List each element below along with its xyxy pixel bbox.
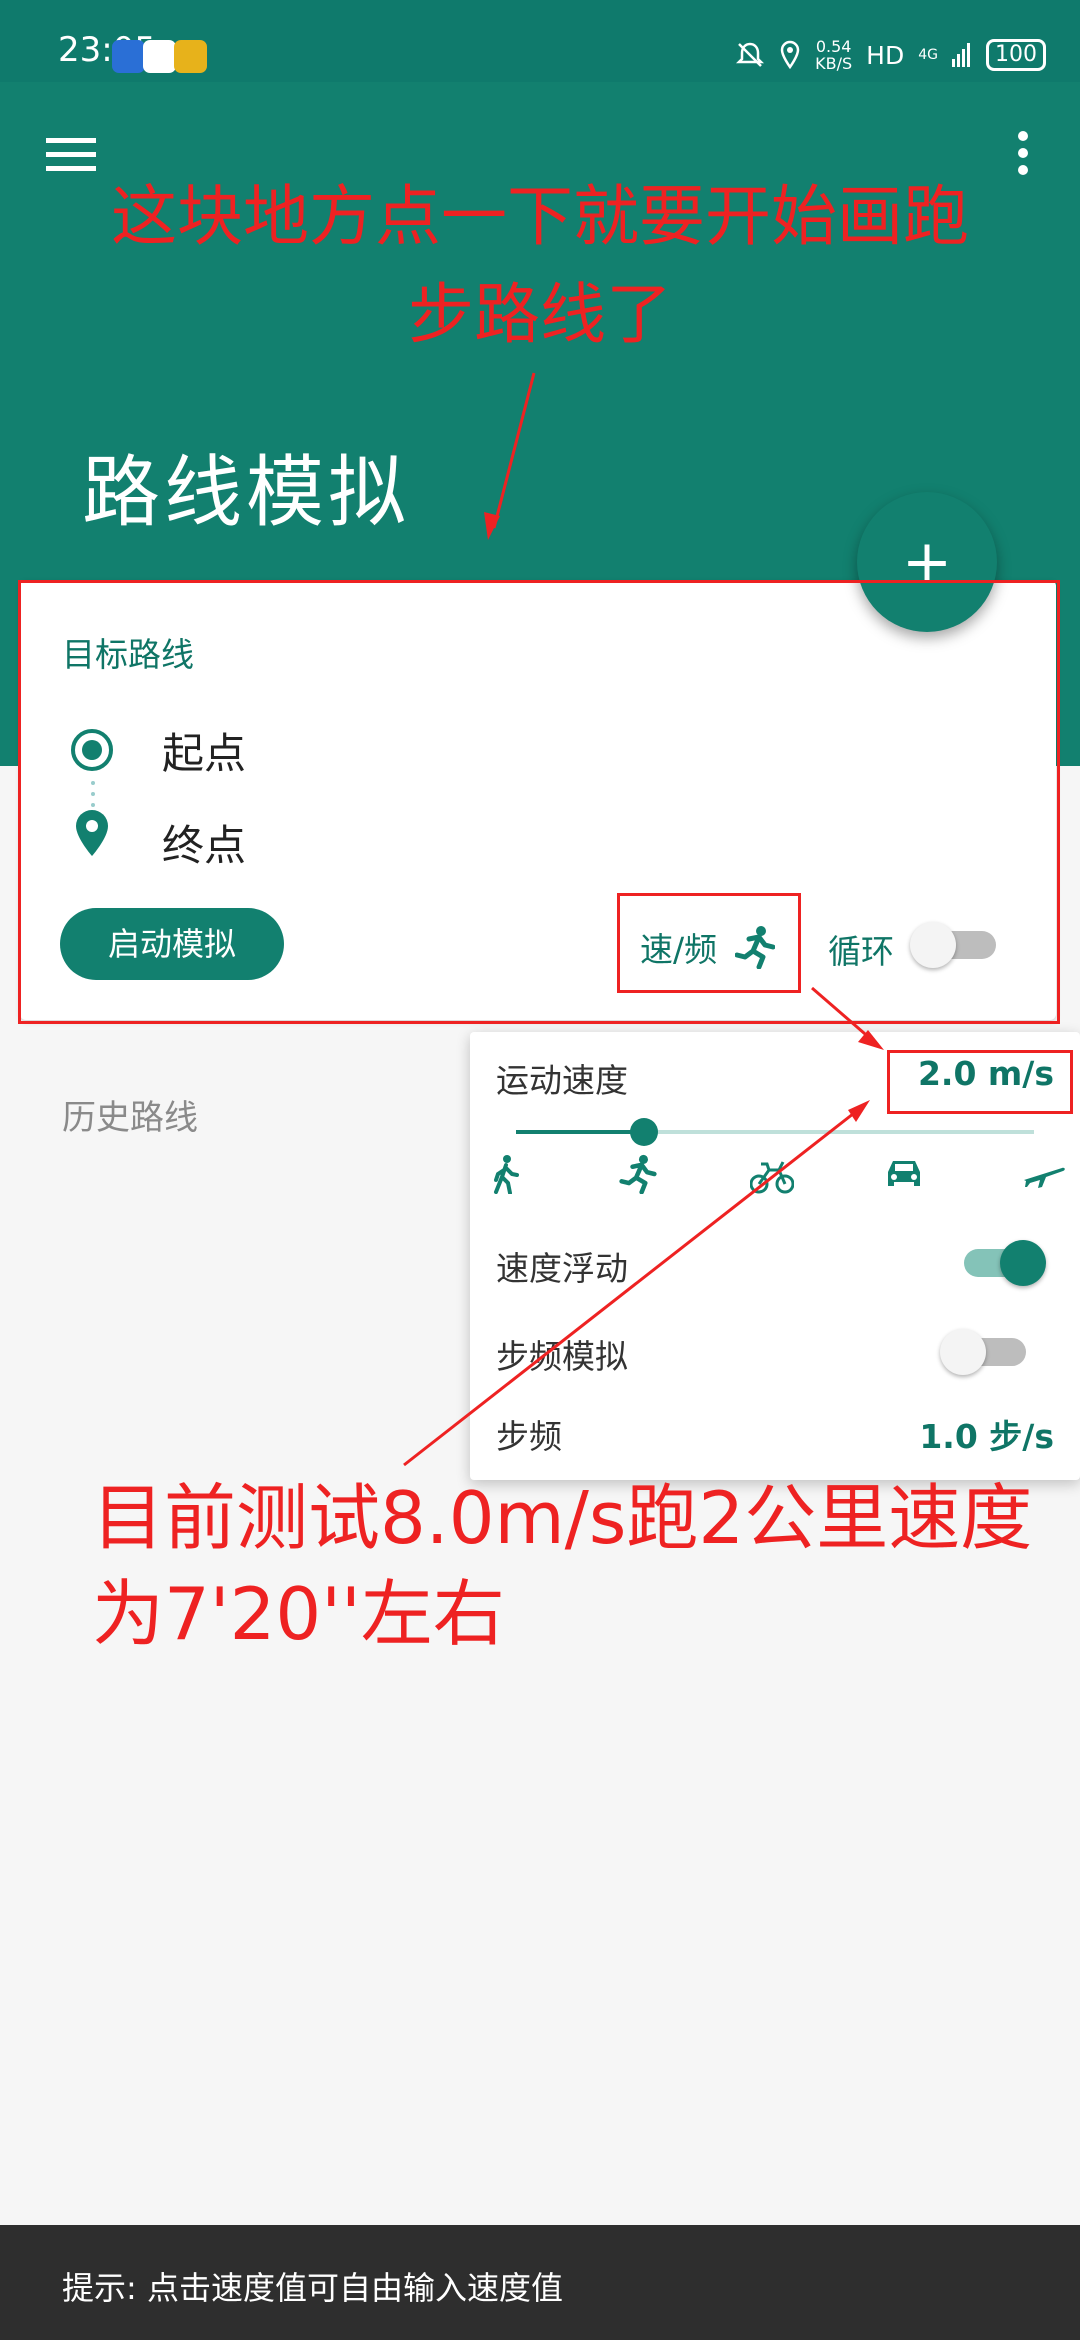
annotation-top-text: 这块地方点一下就要开始画跑步路线了	[111, 178, 969, 353]
annotation-bottom-text: 目前测试8.0m/s跑2公里速度为7'20''左右	[92, 1476, 1033, 1656]
toast-message: 提示: 点击速度值可自由输入速度值	[62, 2269, 563, 2307]
toast-bar: 提示: 点击速度值可自由输入速度值	[0, 2225, 1080, 2340]
